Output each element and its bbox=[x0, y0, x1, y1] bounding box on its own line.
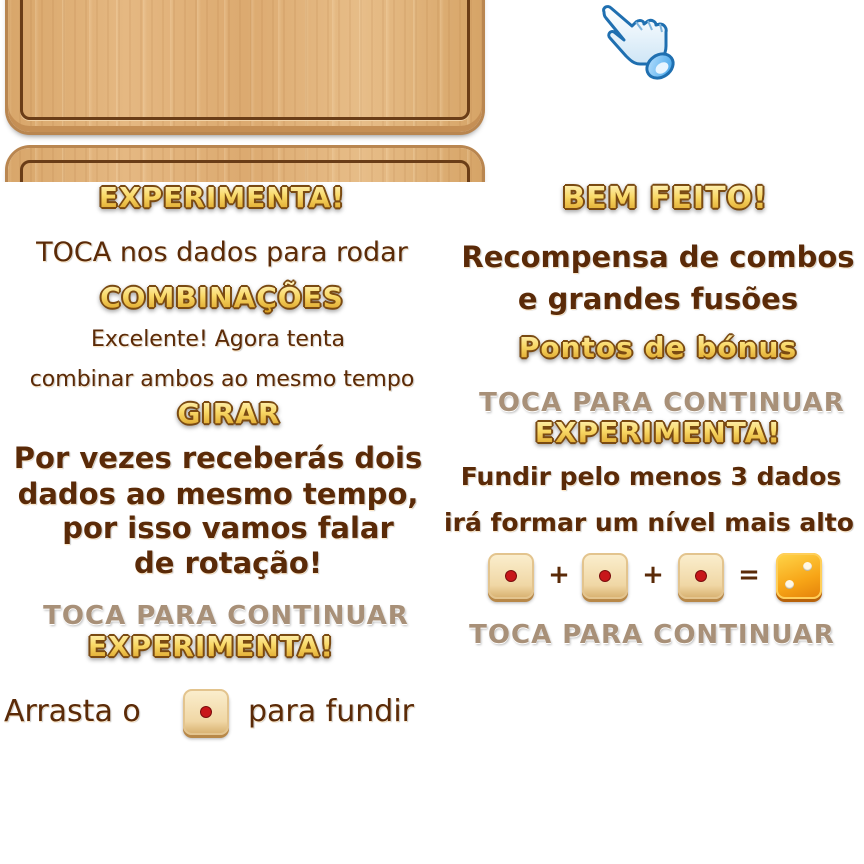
drag-instruction-suffix: para fundir bbox=[248, 694, 414, 729]
try-it-title-right: EXPERIMENTA! bbox=[442, 416, 864, 449]
try-it-title: EXPERIMENTA! bbox=[0, 181, 444, 214]
plus-sign: + bbox=[548, 560, 570, 590]
die-two-pips-icon bbox=[776, 553, 822, 599]
rotate-text-line3: por isso vamos falar bbox=[62, 511, 394, 545]
reward-line1: Recompensa de combos bbox=[461, 240, 855, 274]
tap-to-continue-2[interactable]: TOCA PARA CONTINUAR bbox=[442, 620, 862, 650]
tap-to-continue[interactable]: TOCA PARA CONTINUAR bbox=[0, 601, 452, 631]
rotate-text-line1: Por vezes receberás dois bbox=[13, 441, 423, 475]
tap-dice-instruction: TOCA nos dados para rodar bbox=[36, 237, 408, 268]
pointing-hand-icon bbox=[596, 2, 680, 84]
wood-board-panel bbox=[8, 0, 482, 132]
tap-to-continue-1[interactable]: TOCA PARA CONTINUAR bbox=[442, 388, 864, 418]
bonus-points-title: Pontos de bónus bbox=[442, 331, 864, 364]
rotate-text-line4: de rotação! bbox=[133, 546, 323, 580]
die-one-pip-icon bbox=[582, 553, 628, 599]
drag-instruction-prefix: Arrasta o bbox=[4, 694, 141, 729]
reward-line2: e grandes fusões bbox=[517, 282, 799, 316]
combinations-title: COMBINAÇÕES bbox=[0, 281, 444, 314]
merge-line2: irá formar um nível mais alto bbox=[444, 508, 854, 537]
rotate-text-line2: dados ao mesmo tempo, bbox=[17, 477, 419, 511]
wood-panels bbox=[0, 0, 490, 182]
die-one-pip-icon bbox=[678, 553, 724, 599]
try-it-title-2: EXPERIMENTA! bbox=[0, 630, 422, 663]
combo-instruction-line2: combinar ambos ao mesmo tempo bbox=[29, 367, 415, 392]
die-one-pip-icon[interactable] bbox=[183, 689, 229, 735]
well-done-title: BEM FEITO! bbox=[442, 181, 864, 216]
wood-board-panel-lower bbox=[8, 148, 482, 182]
merge-line1: Fundir pelo menos 3 dados bbox=[460, 462, 842, 491]
combo-instruction-line1: Excelente! Agora tenta bbox=[91, 327, 345, 352]
die-one-pip-icon bbox=[488, 553, 534, 599]
plus-sign: + bbox=[642, 560, 664, 590]
rotate-title: GIRAR bbox=[0, 397, 458, 430]
equals-sign: = bbox=[738, 560, 760, 590]
